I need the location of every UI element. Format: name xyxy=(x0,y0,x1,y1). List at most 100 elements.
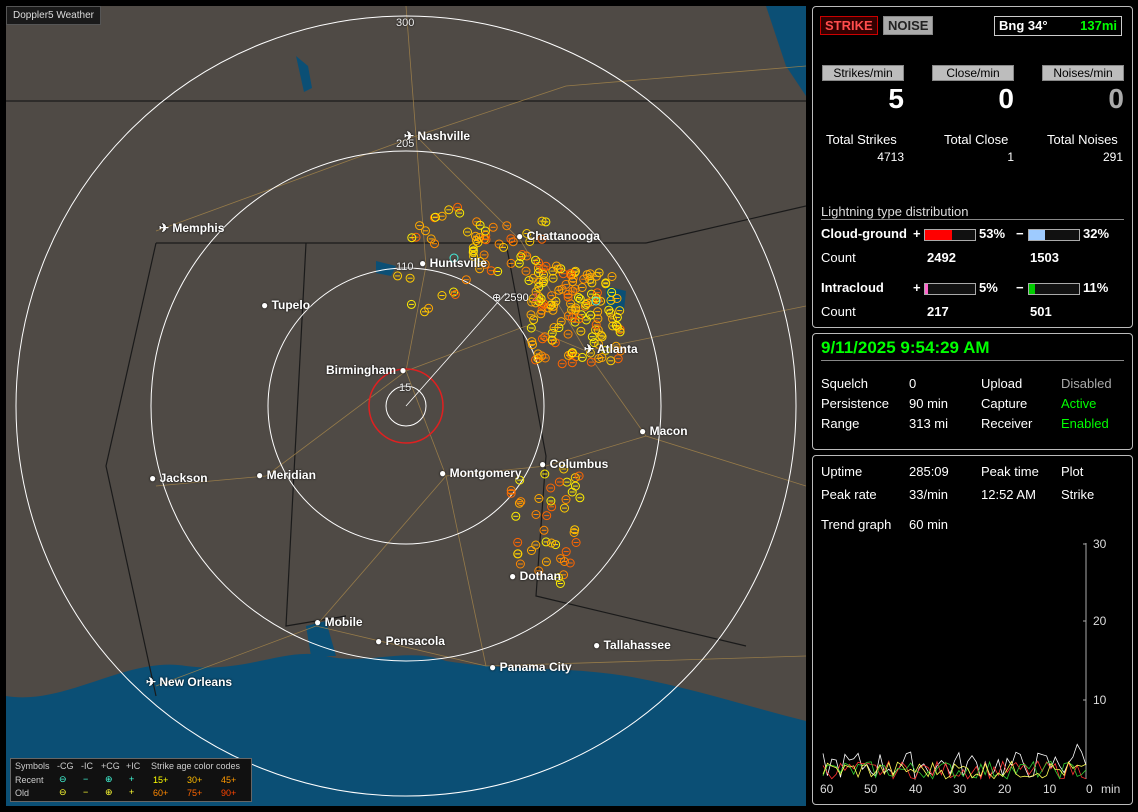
ic-pos-percent: 5% xyxy=(979,280,998,295)
map-canvas[interactable] xyxy=(6,6,806,806)
y-tick: 20 xyxy=(1093,614,1107,628)
pos-ic-icon: + xyxy=(129,787,135,797)
cg-neg-percent: 32% xyxy=(1083,226,1110,241)
ic-neg-count: 501 xyxy=(1030,304,1052,319)
close-per-min-header: Close/min xyxy=(932,65,1014,81)
brand-label: Doppler5 Weather xyxy=(6,6,101,25)
city-new-orleans: ✈ New Orleans xyxy=(146,675,233,689)
legend-old: Old xyxy=(15,788,30,798)
capture-label: Capture xyxy=(981,396,1028,411)
city-panama-city: ● Panama City xyxy=(489,660,572,674)
squelch-value: 0 xyxy=(909,376,917,391)
city-montgomery: ● Montgomery xyxy=(439,466,522,480)
bearing-box: Bng 34° 137mi xyxy=(994,16,1122,36)
ic-minus-sign: − xyxy=(1016,280,1024,295)
ic-neg-percent: 11% xyxy=(1083,280,1109,295)
city-pensacola: ● Pensacola xyxy=(375,634,445,648)
city-meridian: ● Meridian xyxy=(256,468,316,482)
capture-value: Active xyxy=(1061,396,1097,411)
city-macon: ● Macon xyxy=(639,424,688,438)
lightning-map[interactable]: 300 205 110 15 ⊕ 2590 2 ✈ Nashville ✈ Mem… xyxy=(6,6,806,806)
cg-count-label: Count xyxy=(821,250,856,265)
neg-cg-icon: ⊖ xyxy=(59,787,67,797)
x-tick: 0 xyxy=(1086,782,1093,796)
close-per-min-value: 0 xyxy=(998,83,1014,114)
peak-time-value: 12:52 AM xyxy=(981,487,1036,502)
receiver-label: Receiver xyxy=(981,416,1033,431)
state-borders xyxy=(6,100,806,697)
map-legend: Symbols -CG -IC +CG +IC Strike age color… xyxy=(10,758,252,802)
neg-ic-icon: − xyxy=(83,787,89,797)
distance-readout: 137mi xyxy=(1080,18,1117,33)
cg-minus-sign: − xyxy=(1016,226,1024,241)
noises-per-min-value: 0 xyxy=(1108,83,1124,114)
cg-neg-bar xyxy=(1028,229,1080,241)
legend-age-title: Strike age color codes xyxy=(151,761,241,771)
x-unit: min xyxy=(1101,782,1121,796)
y-tick: 10 xyxy=(1093,693,1107,707)
total-close-label: Total Close xyxy=(944,132,1009,147)
neg-ic-icon: − xyxy=(83,774,89,784)
city-atlanta: ✈ Atlanta xyxy=(584,342,638,356)
range-label: 300 xyxy=(396,17,415,29)
rates-panel: STRIKE NOISE Bng 34° 137mi Strikes/min C… xyxy=(812,6,1133,328)
city-tupelo: ● Tupelo xyxy=(261,298,311,312)
cg-neg-count: 1503 xyxy=(1030,250,1059,265)
cg-pos-count: 2492 xyxy=(927,250,956,265)
y-tick: 30 xyxy=(1093,537,1107,551)
age-code: 75+ xyxy=(187,788,203,798)
settings-panel: 9/11/2025 9:54:29 AM Squelch 0 Upload Di… xyxy=(812,333,1133,450)
range-label: 15 xyxy=(399,382,412,394)
upload-value: Disabled xyxy=(1061,376,1112,391)
noise-button[interactable]: NOISE xyxy=(883,16,934,35)
highways xyxy=(155,6,806,687)
city-nashville: ✈ Nashville xyxy=(404,129,471,143)
peak-rate-value: 33/min xyxy=(909,487,949,502)
x-tick: 50 xyxy=(864,782,878,796)
ic-count-label: Count xyxy=(821,304,856,319)
ic-pos-bar xyxy=(924,283,976,295)
legend-recent: Recent xyxy=(15,775,44,785)
x-tick: 10 xyxy=(1043,782,1057,796)
ic-label: Intracloud xyxy=(821,280,884,295)
ic-neg-bar xyxy=(1028,283,1080,295)
range-value: 313 mi xyxy=(909,416,949,431)
range-label: 110 xyxy=(396,261,414,273)
legend-col: +IC xyxy=(126,761,141,771)
trend-panel: Uptime 285:09 Peak time Plot Peak rate 3… xyxy=(812,455,1133,805)
city-jackson: ● Jackson xyxy=(149,471,208,485)
city-mobile: ● Mobile xyxy=(314,615,363,629)
atlantic-water xyxy=(766,6,806,96)
cg-plus-sign: + xyxy=(913,226,921,241)
persistence-value: 90 min xyxy=(909,396,949,411)
strikes-per-min-value: 5 xyxy=(888,83,904,114)
uptime-label: Uptime xyxy=(821,464,863,479)
total-close-value: 1 xyxy=(1007,150,1014,164)
bearing-readout: Bng 34° xyxy=(999,18,1048,33)
age-code: 30+ xyxy=(187,775,203,785)
trend-graph xyxy=(822,543,1087,781)
pos-ic-icon: + xyxy=(129,774,135,784)
plot-value: Strike xyxy=(1061,487,1095,502)
x-tick: 40 xyxy=(909,782,923,796)
pos-cg-icon: ⊕ xyxy=(105,774,113,784)
datetime-display: 9/11/2025 9:54:29 AM xyxy=(821,338,990,357)
pos-cg-icon: ⊕ xyxy=(105,787,113,797)
city-memphis: ✈ Memphis xyxy=(159,221,225,235)
age-code: 45+ xyxy=(221,775,237,785)
lake xyxy=(296,56,312,92)
age-code: 15+ xyxy=(153,775,169,785)
peak-time-label: Peak time xyxy=(981,464,1039,479)
legend-col: -IC xyxy=(81,761,93,771)
ic-plus-sign: + xyxy=(913,280,921,295)
plot-label: Plot xyxy=(1061,464,1084,479)
noises-per-min-header: Noises/min xyxy=(1042,65,1124,81)
x-tick: 30 xyxy=(953,782,967,796)
city-tallahassee: ● Tallahassee xyxy=(593,638,671,652)
ic-pos-count: 217 xyxy=(927,304,949,319)
trend-value: 60 min xyxy=(909,517,949,532)
strike-button[interactable]: STRIKE xyxy=(820,16,878,35)
peak-rate-label: Peak rate xyxy=(821,487,877,502)
trend-label: Trend graph xyxy=(821,517,892,532)
legend-col: +CG xyxy=(101,761,120,771)
